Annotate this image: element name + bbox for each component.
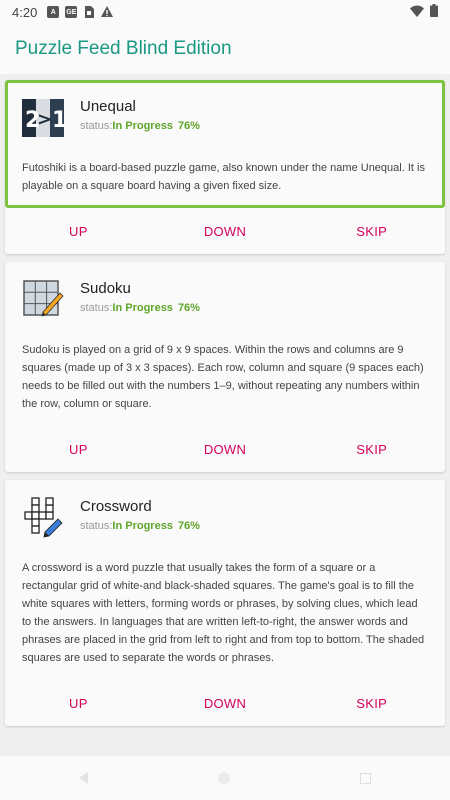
card-actions: UP DOWN SKIP xyxy=(5,680,445,726)
puzzle-card-crossword[interactable]: Crossword status:In Progress 76% A crossw… xyxy=(5,480,445,726)
skip-button[interactable]: SKIP xyxy=(298,442,445,457)
status-label: status: xyxy=(80,120,113,132)
back-icon[interactable] xyxy=(79,772,88,784)
clock: 4:20 xyxy=(12,4,38,20)
progress-percent: 76% xyxy=(177,302,200,314)
svg-text:1: 1 xyxy=(52,108,64,133)
a-badge-icon: A xyxy=(47,6,60,18)
card-status: status:In Progress 76% xyxy=(80,120,200,132)
card-description: Sudoku is played on a grid of 9 x 9 spac… xyxy=(22,344,424,410)
up-button[interactable]: UP xyxy=(5,696,152,711)
battery-icon xyxy=(430,4,438,20)
card-status: status:In Progress 76% xyxy=(80,302,200,314)
up-button[interactable]: UP xyxy=(5,224,152,239)
wifi-icon xyxy=(410,5,424,20)
skip-button[interactable]: SKIP xyxy=(298,696,445,711)
card-description: A crossword is a word puzzle that usuall… xyxy=(22,562,425,664)
card-title: Sudoku xyxy=(80,280,131,297)
card-actions: UP DOWN SKIP xyxy=(5,426,445,472)
status-value: In Progress xyxy=(112,120,173,132)
status-bar: 4:20 A GE xyxy=(0,0,450,24)
ge-badge-icon: GE xyxy=(65,6,78,18)
card-body[interactable]: 2 > 1 Unequal status:In Progress 76% Futo… xyxy=(5,80,445,208)
home-icon[interactable] xyxy=(218,772,230,784)
card-body[interactable]: Sudoku status:In Progress 76% Sudoku is p… xyxy=(5,262,445,426)
app-bar: Puzzle Feed Blind Edition xyxy=(0,24,450,74)
recent-apps-icon[interactable] xyxy=(360,772,371,784)
down-button[interactable]: DOWN xyxy=(152,696,299,711)
card-description: Futoshiki is a board-based puzzle game, … xyxy=(22,162,425,192)
alert-icon xyxy=(101,6,114,18)
card-status: status:In Progress 76% xyxy=(80,520,200,532)
card-actions: UP DOWN SKIP xyxy=(5,208,445,254)
up-button[interactable]: UP xyxy=(5,442,152,457)
puzzle-card-sudoku[interactable]: Sudoku status:In Progress 76% Sudoku is p… xyxy=(5,262,445,472)
svg-text:>: > xyxy=(37,109,52,130)
progress-percent: 76% xyxy=(177,120,200,132)
unequal-icon: 2 > 1 xyxy=(22,97,67,139)
down-button[interactable]: DOWN xyxy=(152,442,299,457)
status-label: status: xyxy=(80,302,113,314)
sim-icon xyxy=(83,6,95,18)
card-body[interactable]: Crossword status:In Progress 76% A crossw… xyxy=(5,480,445,680)
status-label: status: xyxy=(80,520,113,532)
card-title: Crossword xyxy=(80,498,152,515)
crossword-icon xyxy=(22,497,64,539)
app-title: Puzzle Feed Blind Edition xyxy=(15,38,232,59)
status-value: In Progress xyxy=(112,520,173,532)
sudoku-icon xyxy=(22,279,64,321)
system-nav-bar xyxy=(0,756,450,800)
puzzle-feed: 2 > 1 Unequal status:In Progress 76% Futo… xyxy=(5,80,445,734)
progress-percent: 76% xyxy=(177,520,200,532)
skip-button[interactable]: SKIP xyxy=(298,224,445,239)
puzzle-card-unequal[interactable]: 2 > 1 Unequal status:In Progress 76% Futo… xyxy=(5,80,445,254)
down-button[interactable]: DOWN xyxy=(152,224,299,239)
status-value: In Progress xyxy=(112,302,173,314)
card-title: Unequal xyxy=(80,98,136,115)
